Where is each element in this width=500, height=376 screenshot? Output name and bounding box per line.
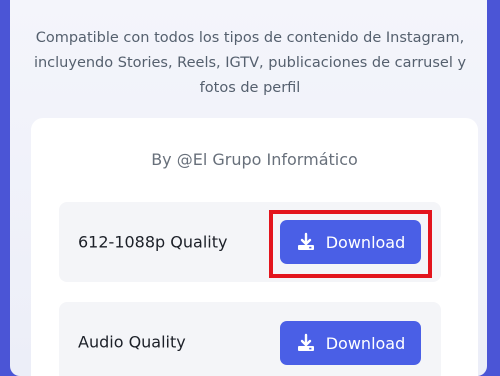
download-option-audio: Audio Quality Download — [59, 302, 441, 376]
download-option-video: 612-1088p Quality Download — [59, 202, 441, 282]
download-card: By @El Grupo Informático 612-1088p Quali… — [31, 118, 478, 376]
download-button-label: Download — [325, 333, 406, 353]
download-button-audio[interactable]: Download — [280, 321, 421, 365]
quality-label: 612-1088p Quality — [78, 232, 228, 252]
compatibility-text: Compatible con todos los tipos de conten… — [33, 30, 467, 96]
download-button-video[interactable]: Download — [280, 220, 421, 264]
download-icon — [297, 333, 314, 351]
download-button-label: Download — [325, 232, 406, 252]
byline: By @El Grupo Informático — [151, 150, 358, 169]
download-icon — [297, 232, 314, 250]
quality-label: Audio Quality — [78, 332, 186, 352]
content-panel: Compatible con todos los tipos de conten… — [10, 0, 487, 376]
